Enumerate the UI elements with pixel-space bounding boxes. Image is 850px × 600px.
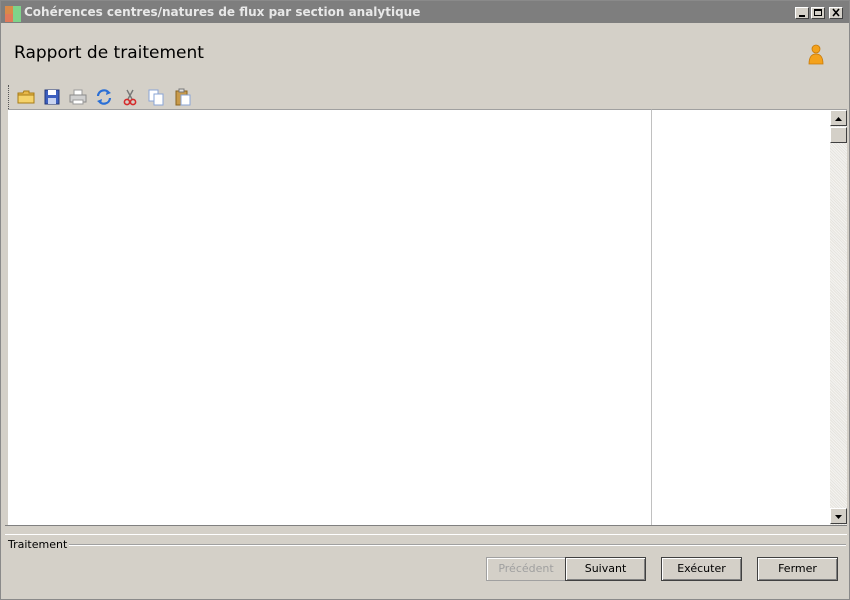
report-content-area[interactable] bbox=[8, 109, 651, 526]
scrollbar-thumb[interactable] bbox=[830, 127, 847, 143]
splitter[interactable] bbox=[5, 525, 847, 535]
arrow-down-icon bbox=[835, 515, 842, 519]
print-icon[interactable] bbox=[68, 87, 88, 107]
refresh-icon[interactable] bbox=[94, 87, 114, 107]
report-side-pane[interactable] bbox=[651, 109, 830, 526]
group-label: Traitement bbox=[8, 538, 70, 551]
maximize-button[interactable] bbox=[811, 7, 825, 19]
paste-icon[interactable] bbox=[173, 87, 193, 107]
vertical-scrollbar[interactable] bbox=[830, 109, 847, 525]
app-icon bbox=[5, 6, 21, 22]
user-icon bbox=[808, 44, 824, 65]
scroll-down-button[interactable] bbox=[830, 508, 847, 524]
page-title: Rapport de traitement bbox=[14, 43, 204, 63]
title-bar[interactable]: Cohérences centres/natures de flux par s… bbox=[1, 1, 849, 23]
maximize-icon bbox=[814, 9, 822, 16]
copy-icon[interactable] bbox=[146, 87, 166, 107]
previous-button[interactable]: Précédent bbox=[486, 557, 566, 581]
close-button[interactable]: Fermer bbox=[757, 557, 838, 581]
main-window: Cohérences centres/natures de flux par s… bbox=[0, 0, 850, 600]
arrow-up-icon bbox=[835, 117, 842, 121]
scroll-up-button[interactable] bbox=[830, 110, 847, 126]
save-icon[interactable] bbox=[42, 87, 62, 107]
toolbar-grip[interactable] bbox=[8, 85, 11, 109]
group-divider bbox=[63, 544, 846, 546]
execute-button[interactable]: Exécuter bbox=[661, 557, 742, 581]
close-window-button[interactable] bbox=[829, 7, 843, 19]
cut-icon[interactable] bbox=[120, 87, 140, 107]
toolbar bbox=[8, 85, 208, 109]
open-icon[interactable] bbox=[16, 87, 36, 107]
close-icon bbox=[832, 8, 840, 17]
minimize-icon bbox=[799, 15, 805, 17]
next-button[interactable]: Suivant bbox=[565, 557, 646, 581]
minimize-button[interactable] bbox=[795, 7, 809, 19]
window-title: Cohérences centres/natures de flux par s… bbox=[24, 5, 421, 19]
